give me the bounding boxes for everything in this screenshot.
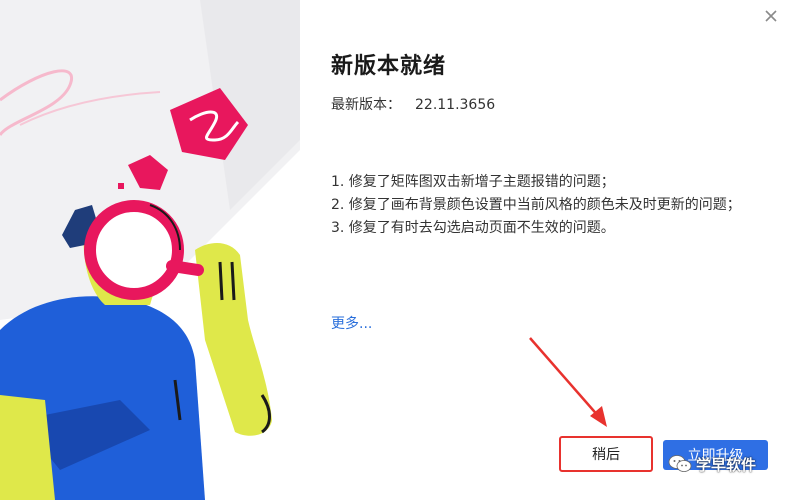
later-button[interactable]: 稍后 (559, 436, 653, 472)
more-link[interactable]: 更多... (331, 313, 372, 333)
wechat-icon (668, 455, 692, 472)
watermark: 学早软件 (668, 449, 796, 479)
update-dialog: 新版本就绪 最新版本： 22.11.3656 1. 修复了矩阵图双击新增子主题报错… (0, 0, 800, 500)
watermark-text: 学早软件 (696, 455, 757, 474)
close-icon (765, 10, 777, 22)
magnifier-person-illustration (0, 0, 300, 500)
release-note-item: 3. 修复了有时去勾选启动页面不生效的问题。 (331, 220, 615, 236)
version-value: 22.11.3656 (415, 97, 496, 113)
release-notes: 1. 修复了矩阵图双击新增子主题报错的问题； 2. 修复了画布背景颜色设置中当前… (331, 171, 771, 240)
version-label: 最新版本： (331, 97, 401, 113)
release-note-item: 1. 修复了矩阵图双击新增子主题报错的问题； (331, 174, 615, 190)
version-row: 最新版本： 22.11.3656 (331, 94, 495, 114)
dialog-title: 新版本就绪 (331, 54, 447, 79)
close-button[interactable] (758, 3, 784, 29)
illustration-panel (0, 0, 305, 500)
release-note-item: 2. 修复了画布背景颜色设置中当前风格的颜色未及时更新的问题； (331, 197, 741, 213)
